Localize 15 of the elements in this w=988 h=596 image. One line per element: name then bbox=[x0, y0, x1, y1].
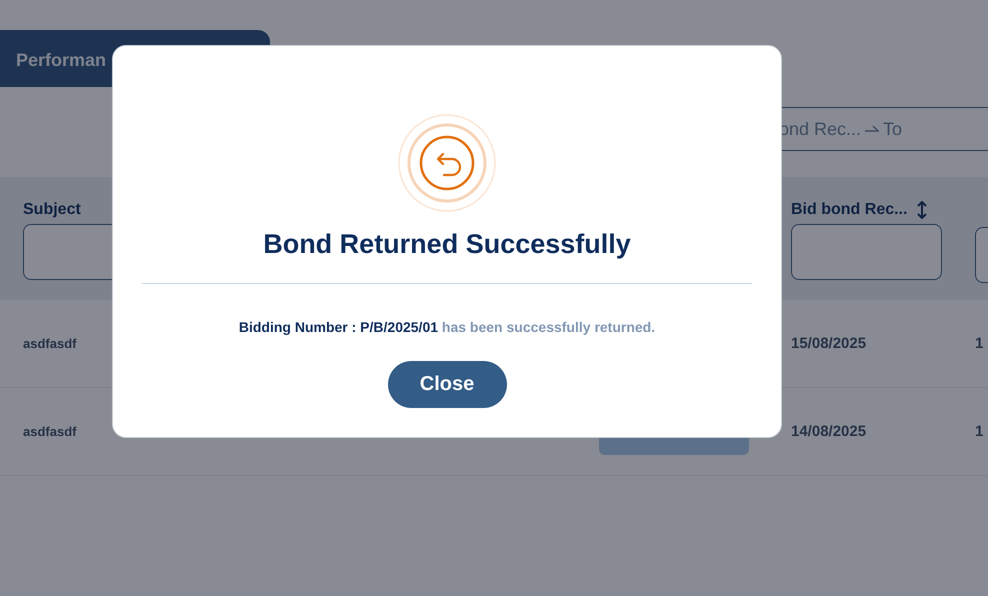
table-cell-text: 14/08/2025 bbox=[791, 423, 868, 440]
close-button[interactable]: Close bbox=[388, 361, 506, 408]
dialog-message: Bidding Number : P/B/2025/01 has been successfully returned. bbox=[238, 319, 656, 335]
table-cell-text: asdfasdf bbox=[23, 424, 78, 439]
table-cell-text: asdfasdf bbox=[23, 336, 78, 351]
table-cell-text: 15/08/2025 bbox=[791, 335, 868, 352]
column-header: Subject bbox=[23, 201, 81, 219]
dialog-title: Bond Returned Successfully bbox=[263, 229, 631, 260]
table-cell-text: 1 bbox=[975, 335, 984, 352]
filter-field[interactable] bbox=[791, 224, 942, 280]
date-to-text: To bbox=[883, 118, 902, 140]
table-cell-text: 1 bbox=[975, 423, 984, 440]
column-header: Bid bond Rec... bbox=[791, 201, 908, 219]
return-icon bbox=[398, 114, 496, 212]
sort-icon[interactable] bbox=[917, 201, 928, 219]
